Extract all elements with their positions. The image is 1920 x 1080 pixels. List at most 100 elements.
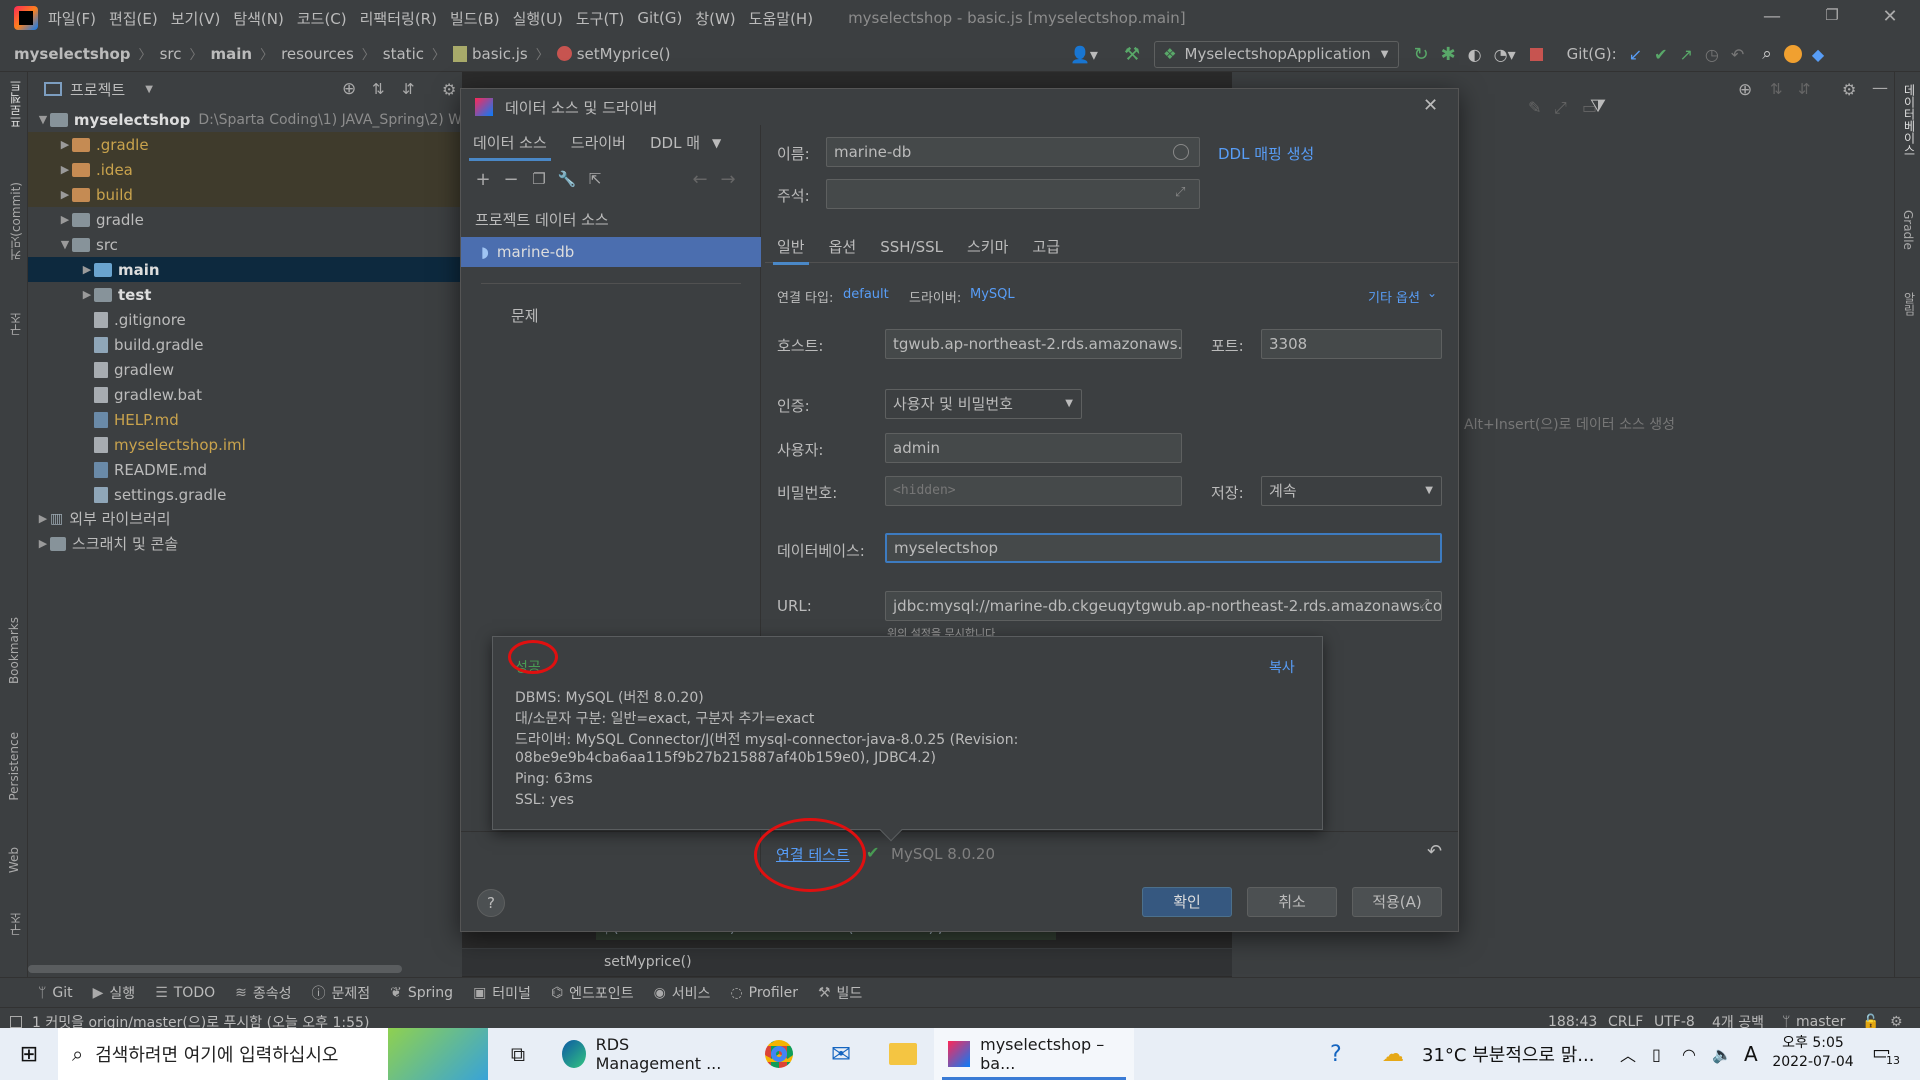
expand-icon[interactable]: ⤢ [1175,185,1185,200]
chevron-down-icon[interactable]: ▼ [145,84,153,95]
toolbar-dependencies[interactable]: ≋ 종속성 [235,983,291,1003]
url-field[interactable]: jdbc:mysql://marine-db.ckgeuqytgwub.ap-n… [885,591,1442,621]
tab-ssh-ssl[interactable]: SSH/SSL [868,229,955,265]
tab-data-sources[interactable]: 데이터 소스 [461,125,559,161]
back-icon[interactable]: ← [689,169,711,190]
more-options-link[interactable]: 기타 옵션 [1368,287,1420,306]
breadcrumb-project[interactable]: myselectshop [14,45,131,63]
menu-navigate[interactable]: 탐색(N) [233,8,284,29]
restore-icon[interactable]: ❐ [1820,6,1844,30]
profile-icon[interactable]: ◔▾ [1494,45,1516,64]
project-tool-tab[interactable]: 프로젝트 [7,80,24,128]
stop-icon[interactable] [1529,47,1543,61]
gradle-tool-tab[interactable]: Gradle [1901,210,1915,250]
database-tool-tab[interactable]: 데이터베이스 [1901,84,1918,156]
locate-icon[interactable]: ⊕ [342,79,356,99]
copy-link[interactable]: 복사 [1269,657,1295,677]
problems-label[interactable]: 문제 [511,305,539,326]
comment-field[interactable] [826,179,1200,209]
structure-tool-tab[interactable]: 구조 [7,312,24,336]
tree-row-idea[interactable]: ▶ .idea [28,157,462,182]
toolbar-spring[interactable]: ❦ Spring [390,985,453,1001]
menu-window[interactable]: 창(W) [695,8,735,29]
search-icon[interactable]: ⌕ [1762,44,1772,64]
panel-toggle-icon[interactable] [10,1015,22,1028]
persistence-tool-tab[interactable]: Persistence [7,732,21,801]
commit-tool-tab[interactable]: 커밋(commit) [7,182,24,261]
duplicate-icon[interactable]: ❐ [528,170,550,188]
debug-icon[interactable]: ✱ [1441,44,1456,65]
toolbar-git[interactable]: ᛘ Git [38,985,73,1001]
notifications-tool-tab[interactable]: 알림 [1901,292,1918,316]
edit-icon[interactable]: ✎ [1528,98,1541,117]
port-field[interactable]: 3308 [1261,329,1442,359]
rollback-icon[interactable]: ↶ [1731,45,1744,64]
git-commit-icon[interactable]: ✔ [1654,45,1667,64]
menu-refactor[interactable]: 리팩터링(R) [360,8,437,29]
host-field[interactable]: tgwub.ap-northeast-2.rds.amazonaws.com [885,329,1182,359]
collapse-all-icon[interactable]: ⇵ [1798,80,1811,98]
breadcrumb-main[interactable]: main [210,45,252,63]
update-icon[interactable] [1783,45,1802,63]
user-icon[interactable]: 👤▾ [1070,45,1098,64]
tree-row-settings-gradle[interactable]: settings.gradle [28,482,462,507]
bookmarks-tool-tab[interactable]: Bookmarks [7,617,21,684]
auth-select[interactable]: 사용자 및 비밀번호 ▼ [885,389,1082,419]
git-update-icon[interactable]: ↙ [1629,45,1642,64]
wrench-icon[interactable]: 🔧 [556,170,578,188]
name-field[interactable]: marine-db [826,137,1200,167]
breadcrumb-resources[interactable]: resources [281,45,354,63]
build-hammer-icon[interactable]: ⚒ [1124,44,1140,65]
toolbar-endpoints[interactable]: ⌬ 엔드포인트 [551,983,634,1003]
tree-row-test[interactable]: ▶ test [28,282,462,307]
taskbar-search-box[interactable]: ⌕ 검색하려면 여기에 입력하십시오 [58,1028,488,1080]
tab-drivers[interactable]: 드라이버 [559,125,638,161]
ddl-mapping-link[interactable]: DDL 매핑 생성 [1218,143,1314,164]
tree-row-gitignore[interactable]: .gitignore [28,307,462,332]
toolbar-terminal[interactable]: ▣ 터미널 [473,983,531,1003]
device-icon[interactable]: ▯ [1652,1045,1661,1064]
tree-row-scratches[interactable]: ▶ 스크래치 및 콘솔 [28,531,462,556]
help-button[interactable]: ? [477,889,505,917]
task-view-icon[interactable]: ⧉ [488,1042,548,1066]
taskbar-app-edge[interactable]: RDS Management ... [548,1028,748,1080]
tree-row-readme[interactable]: README.md [28,457,462,482]
weather-text[interactable]: 31°C 부분적으로 맑... [1422,1041,1594,1067]
open-external-icon[interactable]: ⇱ [584,170,606,188]
toolbar-services[interactable]: ◉ 서비스 [654,983,711,1003]
color-circle-icon[interactable] [1173,144,1189,160]
menu-help[interactable]: 도움말(H) [749,8,813,29]
toolbox-icon[interactable]: ◆ [1812,45,1824,64]
cancel-button[interactable]: 취소 [1247,887,1337,917]
chevron-up-icon[interactable]: ︿ [1620,1042,1636,1066]
locate-icon[interactable]: ⊕ [1738,80,1752,100]
tab-ddl[interactable]: DDL 매 [638,125,712,161]
toolbar-run[interactable]: ▶ 실행 [93,983,136,1003]
forward-icon[interactable]: → [717,169,739,190]
tree-row-external-libs[interactable]: ▶ ▥ 외부 라이브러리 [28,506,462,531]
tab-schemas[interactable]: 스키마 [955,229,1020,265]
tree-row-build-gradle[interactable]: build.gradle [28,332,462,357]
breadcrumb-function[interactable]: setMyprice() [577,45,671,63]
toolbar-build[interactable]: ⚒ 빌드 [818,983,862,1003]
database-field[interactable]: myselectshop [885,533,1442,563]
gear-icon[interactable]: ⚙ [442,80,456,99]
minimize-icon[interactable]: — [1760,6,1784,30]
conn-type-value[interactable]: default [843,287,889,302]
apply-button[interactable]: 적용(A) [1352,887,1442,917]
password-field[interactable]: <hidden> [885,476,1182,506]
volume-icon[interactable]: 🔈 [1712,1045,1732,1064]
breadcrumb-src[interactable]: src [160,45,182,63]
editor-breadcrumb[interactable]: setMyprice() [604,954,692,970]
tree-row-iml[interactable]: myselectshop.iml [28,432,462,457]
tab-general[interactable]: 일반 [765,229,817,265]
web-tool-tab[interactable]: Web [7,847,21,873]
expand-icon[interactable]: ⤢ [1419,597,1429,612]
menu-edit[interactable]: 편집(E) [109,8,158,29]
history-icon[interactable]: ◷ [1705,45,1719,64]
rerun-icon[interactable]: ↻ [1413,44,1428,65]
toolbar-todo[interactable]: ☰ TODO [155,985,215,1001]
jump-icon[interactable]: ⤢ [1554,98,1567,118]
menu-view[interactable]: 보기(V) [171,8,221,29]
chrome-icon[interactable] [748,1040,810,1068]
